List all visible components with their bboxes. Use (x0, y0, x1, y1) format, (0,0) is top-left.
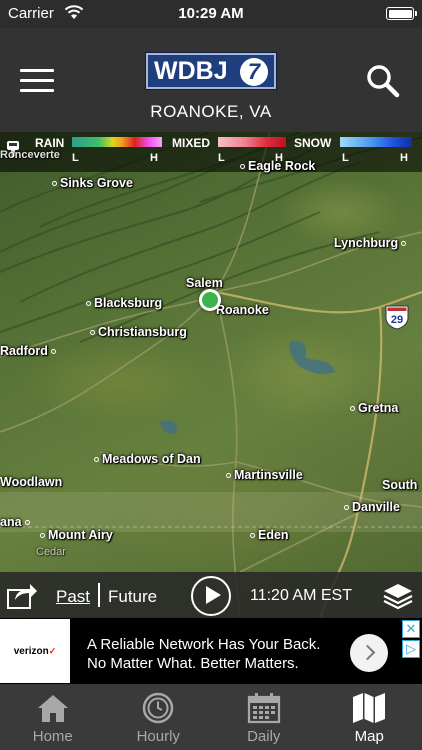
city-label: Ronceverte (0, 149, 60, 161)
tab-divider (98, 583, 100, 607)
calendar-icon (247, 693, 280, 724)
ad-open-button[interactable] (350, 634, 388, 672)
tab-hourly[interactable]: Hourly (106, 684, 212, 750)
search-icon[interactable] (366, 64, 400, 98)
tab-home[interactable]: Home (0, 684, 106, 750)
city-label: Danville (344, 500, 400, 514)
city-label: Lynchburg (334, 236, 409, 250)
city-label: Eden (250, 528, 289, 542)
location-marker[interactable] (199, 289, 221, 311)
legend-mixed-low: L (218, 152, 225, 164)
city-label: ana (0, 515, 33, 529)
map-icon (353, 693, 386, 723)
city-label: Roanoke (216, 303, 269, 317)
city-label: Woodlawn (0, 475, 63, 489)
battery-icon (386, 7, 417, 20)
city-label: Martinsville (226, 468, 303, 482)
past-tab[interactable]: Past (56, 587, 90, 607)
share-icon[interactable] (6, 580, 38, 610)
radar-timestamp: 11:20 AM EST (250, 587, 352, 604)
app-header: WDBJ 7 ROANOKE, VA (0, 28, 422, 132)
legend-snow-low: L (342, 152, 349, 164)
adchoices-icon[interactable]: ✕ ▷ (402, 620, 422, 660)
tab-home-label: Home (32, 728, 73, 745)
home-icon (37, 695, 68, 722)
legend-rain-low: L (72, 152, 79, 164)
ad-headline: A Reliable Network Has Your Back. (87, 636, 321, 653)
clock: 10:29 AM (178, 5, 244, 22)
city-label: Eagle Rock (240, 159, 315, 173)
city-label: Sinks Grove (52, 176, 133, 190)
legend-rain-bar (72, 137, 162, 147)
tab-map[interactable]: Map (317, 684, 422, 750)
legend-mixed-bar (218, 137, 286, 147)
city-label: Cedar (36, 546, 66, 558)
legend-rain-label: RAIN (35, 136, 65, 150)
city-label: South (382, 478, 418, 492)
legend-snow-label: SNOW (294, 136, 332, 150)
playback-controls: Past Future 11:20 AM EST (0, 572, 422, 618)
play-button[interactable] (191, 576, 231, 616)
city-label: Christiansburg (90, 325, 187, 339)
tab-hourly-label: Hourly (136, 728, 180, 745)
city-label: Blacksburg (86, 296, 162, 310)
city-label: Radford (0, 344, 59, 358)
city-label: Mount Airy (40, 528, 113, 542)
legend-snow-high: H (400, 152, 408, 164)
tab-daily[interactable]: Daily (211, 684, 317, 750)
legend-mixed-label: MIXED (172, 136, 211, 150)
logo-text: WDBJ (154, 56, 228, 85)
ad-banner[interactable]: verizon ✓ A Reliable Network Has Your Bac… (0, 618, 422, 684)
legend-rain-high: H (150, 152, 158, 164)
menu-icon[interactable] (20, 68, 54, 94)
clock-icon (143, 692, 174, 724)
city-label: Meadows of Dan (94, 452, 201, 466)
ad-subline: No Matter What. Better Matters. (87, 655, 299, 672)
legend-snow-bar (340, 137, 412, 147)
precip-legend: RAIN L H MIXED L H SNOW L H (0, 132, 422, 172)
tab-map-label: Map (354, 728, 384, 745)
station-logo: WDBJ 7 (146, 53, 276, 89)
logo-seven: 7 (240, 58, 268, 86)
highway-shield-number: 29 (391, 314, 403, 326)
layers-icon[interactable] (382, 581, 414, 611)
radar-map[interactable]: RAIN L H MIXED L H SNOW L H Ronceverte S… (0, 132, 422, 618)
city-label: Salem (186, 276, 223, 290)
ad-brand-logo: verizon ✓ (0, 619, 70, 683)
tab-bar: Home Hourly Daily Map (0, 684, 422, 750)
location-label[interactable]: ROANOKE, VA (0, 102, 422, 122)
tab-daily-label: Daily (247, 728, 281, 745)
status-bar: Carrier 10:29 AM (0, 0, 422, 28)
future-tab[interactable]: Future (108, 587, 157, 607)
city-label: Gretna (350, 401, 398, 415)
highway-shield-icon: 29 (385, 305, 409, 330)
